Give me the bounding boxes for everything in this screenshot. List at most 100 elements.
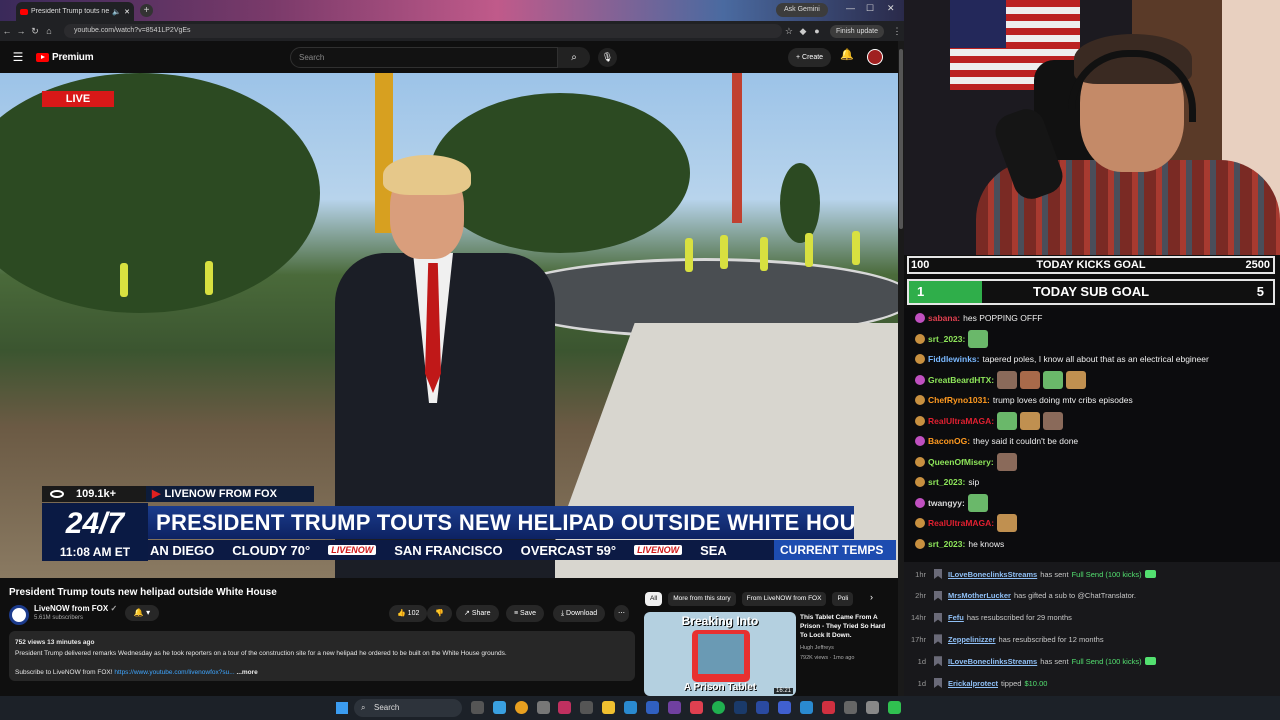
ask-gemini-button[interactable]: Ask Gemini	[776, 3, 828, 17]
home-icon[interactable]: ⌂	[42, 26, 56, 36]
recommended-title[interactable]: This Tablet Came From A Prison - They Tr…	[800, 613, 894, 640]
app-icon[interactable]	[866, 701, 879, 714]
event-time: 1d	[917, 678, 926, 688]
notifications-bell-icon[interactable]: 🔔	[840, 48, 854, 61]
windows-start-icon[interactable]	[336, 702, 348, 714]
extensions-icon[interactable]: ◆	[796, 26, 810, 37]
taskbar-search[interactable]: ⌕ Search	[354, 699, 462, 717]
chat-username[interactable]: RealUltraMAGA:	[928, 416, 994, 426]
chevron-right-icon[interactable]: ›	[870, 592, 873, 602]
event-username[interactable]: Fefu	[948, 613, 964, 622]
app-icon[interactable]	[580, 701, 593, 714]
chat-emote-icon	[997, 411, 1018, 430]
event-username[interactable]: ILoveBoneclinksStreams	[948, 570, 1037, 579]
chat-message: srt_2023:	[915, 329, 989, 349]
chat-username[interactable]: Fiddlewinks:	[928, 354, 979, 364]
event-username[interactable]: MrsMotherLucker	[948, 591, 1011, 600]
browser-menu-icon[interactable]: ⋮	[890, 26, 904, 37]
account-avatar[interactable]	[867, 49, 883, 65]
recommended-thumbnail[interactable]: Breaking Into A Prison Tablet 16:21	[644, 612, 796, 696]
save-button[interactable]: ≡ Save	[506, 605, 544, 622]
task-view-icon[interactable]	[471, 701, 484, 714]
minimize-icon[interactable]: —	[846, 3, 855, 13]
dislike-button[interactable]: 👎	[427, 605, 452, 622]
new-tab-button[interactable]: +	[140, 4, 153, 17]
app-icon[interactable]	[668, 701, 681, 714]
chat-username[interactable]: RealUltraMAGA:	[928, 518, 994, 528]
chip-more-from-story[interactable]: More from this story	[668, 592, 736, 606]
event-row: 1d ILoveBoneclinksStreamshas sentFull Sen…	[904, 651, 1280, 671]
chat-badge-icon	[915, 497, 925, 508]
notification-toggle-button[interactable]: 🔔 ▾	[125, 605, 159, 621]
chat-username[interactable]: srt_2023:	[928, 539, 965, 549]
channel-name[interactable]: LiveNOW from FOX ✓	[34, 604, 117, 613]
microphone-icon[interactable]: 🎙	[598, 48, 617, 67]
edge-icon[interactable]	[493, 701, 506, 714]
back-icon[interactable]: ←	[0, 26, 14, 36]
event-username[interactable]: ILoveBoneclinksStreams	[948, 657, 1037, 666]
weather-ticker: AN DIEGO CLOUDY 70° LIVENOW SAN FRANCISC…	[148, 540, 774, 560]
app-icon[interactable]	[624, 701, 637, 714]
show-more-link[interactable]: ...more	[236, 669, 257, 676]
app-icon[interactable]	[690, 701, 703, 714]
event-row: 1d Erickalprotect tipped $10.00	[904, 673, 1280, 693]
description-link[interactable]: https://www.youtube.com/livenowfox?su...	[114, 669, 234, 676]
app-icon[interactable]	[778, 701, 791, 714]
chip-all[interactable]: All	[645, 592, 663, 606]
share-button[interactable]: ↗ Share	[456, 605, 499, 622]
download-button[interactable]: ⤓ Download	[553, 605, 606, 622]
chat-username[interactable]: srt_2023:	[928, 334, 965, 344]
hamburger-menu-icon[interactable]: ☰	[0, 50, 36, 64]
file-explorer-icon[interactable]	[602, 701, 615, 714]
recommended-channel[interactable]: Hugh Jeffreys	[800, 645, 834, 651]
window-close-icon[interactable]: ✕	[887, 3, 895, 14]
chat-text: he knows	[968, 538, 1005, 549]
forward-icon[interactable]: →	[14, 26, 28, 36]
maximize-icon[interactable]: ☐	[866, 3, 874, 14]
app-icon[interactable]	[822, 701, 835, 714]
profile-icon[interactable]: ●	[810, 26, 824, 36]
reload-icon[interactable]: ↻	[28, 26, 42, 37]
scrollbar-thumb[interactable]	[899, 49, 903, 229]
event-username[interactable]: Zeppelinizzer	[948, 635, 996, 644]
app-icon[interactable]	[646, 701, 659, 714]
chat-username[interactable]: twangyy:	[928, 498, 965, 508]
youtube-premium-logo[interactable]: Premium	[36, 52, 94, 63]
more-actions-button[interactable]: ⋯	[614, 605, 629, 622]
chat-username[interactable]: ChefRyno1031:	[928, 395, 990, 405]
spotify-icon[interactable]	[712, 701, 725, 714]
url-field[interactable]: youtube.com/watch?v=8541LP2VgEs	[64, 24, 782, 38]
like-button[interactable]: 👍 102	[389, 605, 428, 622]
chip-politics[interactable]: Poli	[832, 592, 854, 606]
chat-username[interactable]: BaconOG:	[928, 436, 970, 446]
finish-update-button[interactable]: Finish update	[829, 24, 884, 38]
chat-username[interactable]: sabana:	[928, 313, 960, 323]
event-highlight: Full Send (100 kicks)	[1071, 569, 1142, 579]
chip-from-channel[interactable]: From LiveNOW from FOX	[741, 592, 827, 606]
chat-username[interactable]: GreatBeardHTX:	[928, 375, 994, 385]
app-icon[interactable]	[800, 701, 813, 714]
app-icon[interactable]	[756, 701, 769, 714]
search-icon[interactable]: ⌕	[558, 47, 590, 68]
photoshop-icon[interactable]	[734, 701, 747, 714]
app-icon[interactable]	[537, 701, 550, 714]
tab-close-icon[interactable]: ✕	[124, 8, 130, 16]
channel-avatar[interactable]	[9, 605, 29, 625]
chat-username[interactable]: QueenOfMisery:	[928, 457, 994, 467]
bookmark-star-icon[interactable]: ☆	[782, 26, 796, 37]
related-chips: All More from this story From LiveNOW fr…	[645, 592, 897, 606]
create-button[interactable]: + Create	[788, 48, 832, 67]
event-username[interactable]: Erickalprotect	[948, 679, 998, 688]
mute-icon[interactable]: 🔈	[112, 8, 121, 16]
app-icon[interactable]	[844, 701, 857, 714]
chat-emote-icon	[997, 370, 1018, 389]
description-box[interactable]: 752 views 13 minutes ago President Trump…	[9, 631, 635, 681]
viewer-count-overlay: 109.1k+	[42, 486, 146, 502]
video-player[interactable]: LIVE 109.1k+ ▶ LIVENOW FROM FOX 24/7 11:0…	[0, 73, 898, 578]
app-icon[interactable]	[558, 701, 571, 714]
search-input[interactable]: Search	[290, 47, 558, 68]
chrome-icon[interactable]	[515, 701, 528, 714]
app-icon[interactable]	[888, 701, 901, 714]
browser-tab[interactable]: President Trump touts new 🔈 ✕	[16, 2, 134, 21]
chat-username[interactable]: srt_2023:	[928, 477, 965, 487]
